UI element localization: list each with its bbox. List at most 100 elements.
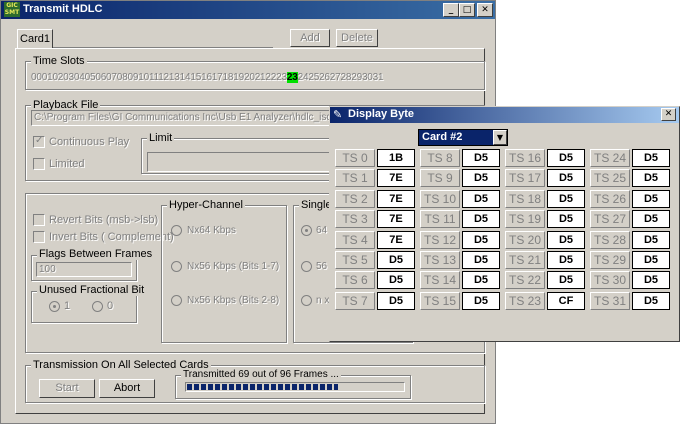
progress-fill: [187, 384, 338, 390]
slot-value: D5: [547, 231, 585, 249]
app-icon: GIC SMT: [4, 2, 20, 17]
slot-value: D5: [462, 292, 500, 310]
time-slots-list[interactable]: 0001020304050607080910111213141516171819…: [31, 72, 384, 83]
slot-value: D5: [377, 292, 415, 310]
slot-value: CF: [547, 292, 585, 310]
invert-bits-checkbox[interactable]: [33, 231, 45, 243]
slot-label: TS 12: [420, 231, 460, 249]
slot-label: TS 2: [335, 190, 375, 208]
continuous-play-label: Continuous Play: [49, 136, 130, 148]
slot-label: TS 20: [505, 231, 545, 249]
slot-value: D5: [632, 190, 670, 208]
time-slots-before[interactable]: 0001020304050607080910111213141516171819…: [31, 72, 287, 83]
slot-label: TS 10: [420, 190, 460, 208]
slot-label: TS 4: [335, 231, 375, 249]
unused-bit-0-label: 0: [107, 300, 114, 312]
slot-value: D5: [547, 149, 585, 167]
slot-label: TS 0: [335, 149, 375, 167]
slot-label: TS 3: [335, 210, 375, 228]
slot-value: D5: [462, 271, 500, 289]
slot-value: D5: [547, 271, 585, 289]
tab-card1[interactable]: Card1: [17, 29, 53, 49]
unused-bit-1-label: 1: [64, 300, 71, 312]
slot-value: D5: [547, 210, 585, 228]
unused-bit-label: Unused Fractional Bit: [37, 284, 147, 296]
slot-label: TS 9: [420, 169, 460, 187]
slot-value: D5: [632, 169, 670, 187]
slot-value: D5: [547, 190, 585, 208]
revert-bits-label: Revert Bits (msb->lsb): [49, 214, 159, 226]
slot-label: TS 19: [505, 210, 545, 228]
add-button[interactable]: Add: [290, 29, 330, 47]
close-button[interactable]: ✕: [477, 3, 493, 17]
slot-value: D5: [462, 169, 500, 187]
slot-value: D5: [547, 251, 585, 269]
slot-label: TS 28: [590, 231, 630, 249]
limit-label: Limit: [147, 132, 175, 144]
slot-value: D5: [632, 231, 670, 249]
nx56-bits17-radio[interactable]: [171, 261, 182, 272]
slot-label: TS 13: [420, 251, 460, 269]
byte-grid: TS 0 1B TS 1 7E TS 2 7E TS 3 7E TS 4 7E TS 5 D5 TS 6…: [330, 107, 679, 341]
slot-label: TS 18: [505, 190, 545, 208]
slot-value: 1B: [377, 149, 415, 167]
unused-bit-1-radio[interactable]: [49, 301, 60, 312]
slot-label: TS 29: [590, 251, 630, 269]
slot-label: TS 24: [590, 149, 630, 167]
window-title: Transmit HDLC: [23, 3, 103, 15]
slot-value: D5: [632, 251, 670, 269]
slot-value: D5: [632, 210, 670, 228]
time-slots-after[interactable]: 2425262728293031: [298, 72, 384, 83]
slot-value: D5: [462, 210, 500, 228]
slot-label: TS 17: [505, 169, 545, 187]
nx56-bits17-label: Nx56 Kbps (Bits 1-7): [187, 261, 280, 272]
nx64-label: Nx64 Kbps: [187, 225, 236, 236]
slot-value: D5: [462, 149, 500, 167]
slot-label: TS 14: [420, 271, 460, 289]
selected-time-slot[interactable]: 23: [286, 72, 298, 83]
hyper-channel-label: Hyper-Channel: [167, 199, 245, 211]
title-bar[interactable]: GIC SMT Transmit HDLC _ □ ✕: [1, 1, 495, 19]
delete-button[interactable]: Delete: [336, 29, 378, 47]
single-56-radio[interactable]: [301, 261, 312, 272]
limited-label: Limited: [49, 158, 85, 170]
slot-label: TS 16: [505, 149, 545, 167]
playback-file-path[interactable]: C:\Program Files\GI Communications Inc\U…: [31, 110, 341, 126]
display-byte-window: ✎ Display Byte ✕ Card #2 ▼ TS 0 1B TS 1 7E T…: [329, 106, 680, 342]
slot-value: D5: [462, 190, 500, 208]
limit-field[interactable]: [147, 152, 332, 172]
maximize-button[interactable]: □: [459, 3, 475, 17]
start-button[interactable]: Start: [39, 379, 95, 398]
single-64-radio[interactable]: [301, 225, 312, 236]
transmission-status: Transmitted 69 out of 96 Frames ...: [181, 369, 341, 380]
time-slots-label: Time Slots: [31, 55, 87, 67]
slot-label: TS 8: [420, 149, 460, 167]
flags-input[interactable]: 100: [36, 262, 132, 277]
nx56-bits28-label: Nx56 Kbps (Bits 2-8): [187, 295, 280, 306]
progress-bar: [185, 382, 405, 392]
continuous-play-checkbox[interactable]: ✓: [33, 135, 45, 148]
unused-bit-0-radio[interactable]: [92, 301, 103, 312]
slot-label: TS 27: [590, 210, 630, 228]
slot-label: TS 1: [335, 169, 375, 187]
abort-button[interactable]: Abort: [99, 379, 155, 398]
slot-label: TS 26: [590, 190, 630, 208]
single-nx-radio[interactable]: [301, 295, 312, 306]
slot-value: D5: [462, 251, 500, 269]
slot-label: TS 25: [590, 169, 630, 187]
nx64-radio[interactable]: [171, 225, 182, 236]
slot-label: TS 22: [505, 271, 545, 289]
slot-label: TS 11: [420, 210, 460, 228]
single-64-label: 64: [316, 225, 328, 236]
minimize-button[interactable]: _: [443, 3, 459, 17]
slot-label: TS 15: [420, 292, 460, 310]
slot-value: 7E: [377, 190, 415, 208]
slot-value: D5: [462, 231, 500, 249]
revert-bits-checkbox[interactable]: [33, 214, 45, 226]
invert-bits-label: Invert Bits ( Complement): [49, 231, 174, 243]
slot-value: 7E: [377, 210, 415, 228]
slot-label: TS 6: [335, 271, 375, 289]
nx56-bits28-radio[interactable]: [171, 295, 182, 306]
slot-value: D5: [377, 251, 415, 269]
limited-checkbox[interactable]: [33, 158, 45, 170]
